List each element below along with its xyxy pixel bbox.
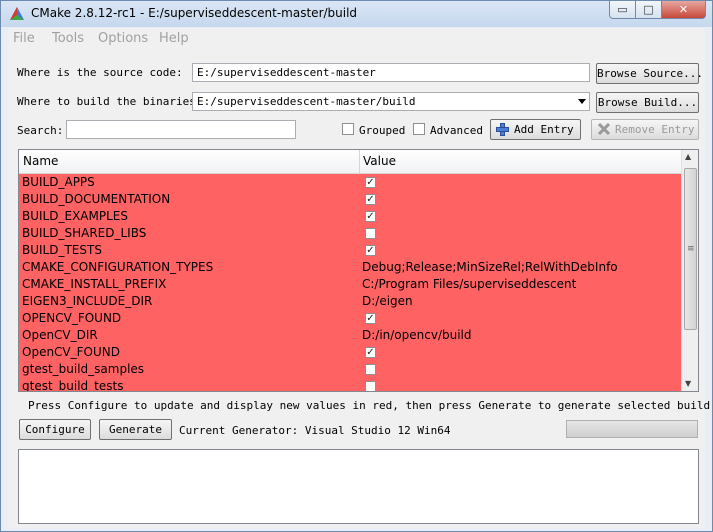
remove-icon [598,123,610,135]
source-label: Where is the source code: [17,66,183,79]
row-name: gtest_build_samples [22,362,145,376]
table-row[interactable]: OPENCV_FOUND ✓ [19,310,684,327]
title-bar[interactable]: CMake 2.8.12-rc1 - E:/superviseddescent-… [1,1,712,27]
row-name: BUILD_SHARED_LIBS [22,226,147,240]
row-value-checkbox[interactable] [365,364,376,375]
row-value-checkbox[interactable]: ✓ [365,194,376,205]
current-generator: Current Generator: Visual Studio 12 Win6… [179,424,451,437]
binaries-label: Where to build the binaries: [17,95,203,108]
table-row[interactable]: OpenCV_FOUND ✓ [19,344,684,361]
row-name: BUILD_EXAMPLES [22,209,128,223]
browse-source-button[interactable]: Browse Source... [596,63,703,84]
grouped-label: Grouped [359,124,406,137]
column-separator[interactable] [359,150,360,173]
progress-bar [566,420,698,438]
row-name: CMAKE_CONFIGURATION_TYPES [22,260,214,274]
table-row[interactable]: BUILD_APPS ✓ [19,174,684,191]
column-header-name[interactable]: Name [23,154,58,168]
window-title: CMake 2.8.12-rc1 - E:/superviseddescent-… [31,6,358,20]
row-value[interactable]: D:/in/opencv/build [362,328,472,342]
minimize-icon: ▭ [617,3,628,16]
table-row[interactable]: gtest_build_tests [19,378,684,392]
table-row[interactable]: OpenCV_DIR D:/in/opencv/build [19,327,684,344]
browse-build-button[interactable]: Browse Build... [596,92,699,113]
row-value-checkbox[interactable]: ✓ [365,245,376,256]
search-input[interactable] [66,120,296,139]
column-header-value[interactable]: Value [363,154,396,168]
plus-icon [496,123,509,136]
advanced-checkbox[interactable] [413,123,425,135]
menu-options[interactable]: Options [98,31,148,46]
menu-tools[interactable]: Tools [52,31,84,46]
scroll-down-icon[interactable]: ▼ [685,379,691,388]
cmake-window: CMake 2.8.12-rc1 - E:/superviseddescent-… [0,0,713,532]
row-value-checkbox[interactable]: ✓ [365,211,376,222]
advanced-label: Advanced [430,124,483,137]
remove-entry-label: Remove Entry [615,123,695,136]
menu-file[interactable]: File [13,31,35,46]
table-row[interactable]: BUILD_TESTS ✓ [19,242,684,259]
table-row[interactable]: CMAKE_INSTALL_PREFIX C:/Program Files/sup… [19,276,684,293]
table-row[interactable]: BUILD_SHARED_LIBS [19,225,684,242]
scroll-up-icon[interactable]: ▲ [685,152,691,161]
table-row[interactable]: CMAKE_CONFIGURATION_TYPES Debug;Release;M… [19,259,684,276]
row-value-checkbox[interactable]: ✓ [365,347,376,358]
row-name: BUILD_TESTS [22,243,102,257]
table-body: BUILD_APPS ✓ BUILD_DOCUMENTATION ✓ BUILD_EXA… [19,174,684,392]
minimize-button[interactable]: ▭ [609,1,636,19]
output-log[interactable] [18,449,699,524]
maximize-button[interactable]: □ [635,1,662,19]
table-row[interactable]: EIGEN3_INCLUDE_DIR D:/eigen [19,293,684,310]
row-value-checkbox[interactable] [365,381,376,391]
row-value-checkbox[interactable]: ✓ [365,313,376,324]
cmake-logo-icon [10,7,24,20]
maximize-icon: □ [643,3,654,16]
row-value[interactable]: C:/Program Files/superviseddescent [362,277,576,291]
row-value-checkbox[interactable]: ✓ [365,177,376,188]
status-hint: Press Configure to update and display ne… [28,399,713,412]
table-header: Name Value [19,150,684,174]
close-button[interactable]: ✕ [661,1,706,19]
cache-table[interactable]: Name Value BUILD_APPS ✓ BUILD_DOCUMENTATIO… [18,149,699,392]
menu-help[interactable]: Help [159,31,189,46]
row-value-checkbox[interactable] [365,228,376,239]
table-row[interactable]: gtest_build_samples [19,361,684,378]
row-name: CMAKE_INSTALL_PREFIX [22,277,167,291]
row-value[interactable]: Debug;Release;MinSizeRel;RelWithDebInfo [362,260,618,274]
row-name: BUILD_DOCUMENTATION [22,192,171,206]
main-panel: File Tools Options Help Where is the sou… [8,28,712,528]
remove-entry-button[interactable]: Remove Entry [591,119,699,140]
table-row[interactable]: BUILD_EXAMPLES ✓ [19,208,684,225]
scrollbar-thumb[interactable]: ≡ [684,168,697,330]
grouped-checkbox[interactable] [342,123,354,135]
grip-icon: ≡ [687,244,695,254]
menu-bar: File Tools Options Help [8,28,705,50]
configure-button[interactable]: Configure [19,419,91,440]
vertical-scrollbar[interactable]: ▲ ≡ ▼ [681,150,698,391]
add-entry-label: Add Entry [514,123,574,136]
binaries-value: E:/superviseddescent-master/build [197,95,416,108]
row-name: OPENCV_FOUND [22,311,122,325]
chevron-down-icon[interactable] [578,99,586,104]
binaries-combo[interactable]: E:/superviseddescent-master/build [192,92,590,111]
source-input[interactable]: E:/superviseddescent-master [192,63,590,82]
row-name: OpenCV_DIR [22,328,98,342]
row-name: gtest_build_tests [22,379,124,392]
close-icon: ✕ [678,3,689,16]
row-name: EIGEN3_INCLUDE_DIR [22,294,153,308]
add-entry-button[interactable]: Add Entry [490,119,581,140]
row-name: BUILD_APPS [22,175,95,189]
table-row[interactable]: BUILD_DOCUMENTATION ✓ [19,191,684,208]
generate-button[interactable]: Generate [99,419,172,440]
row-name: OpenCV_FOUND [22,345,120,359]
search-label: Search: [17,124,64,137]
row-value[interactable]: D:/eigen [362,294,413,308]
